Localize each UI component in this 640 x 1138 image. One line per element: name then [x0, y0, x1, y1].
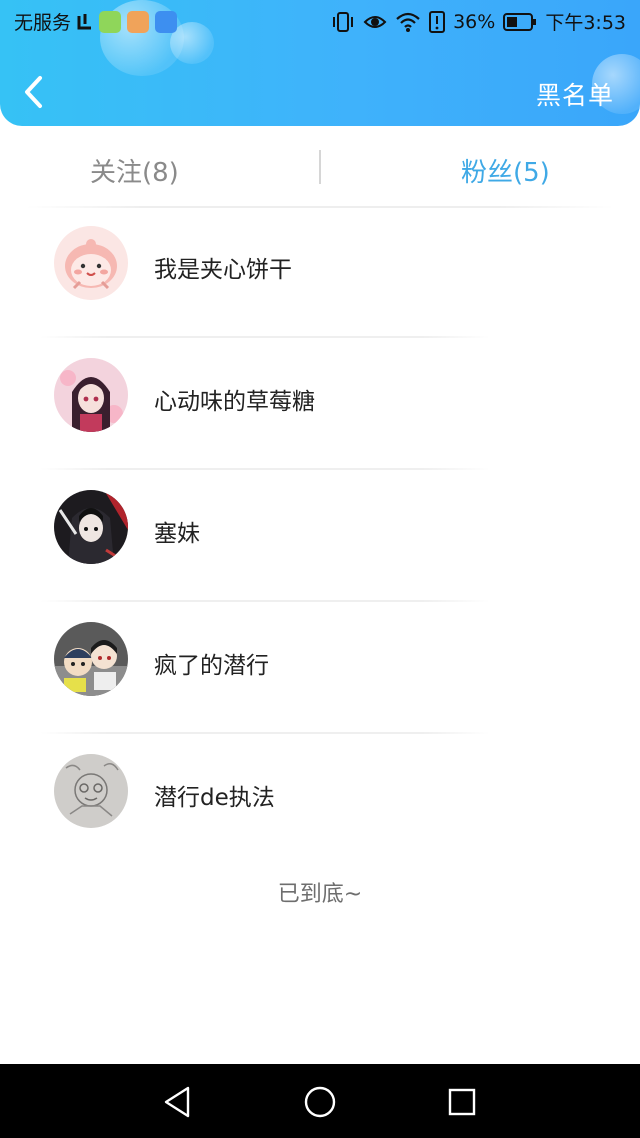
- signal-app-icon: [77, 13, 92, 29]
- tab-fans[interactable]: 粉丝(5): [461, 152, 550, 189]
- status-bar-right: 36% 下午3:53: [331, 8, 626, 35]
- fan-list-item[interactable]: 心动味的草莓糖: [0, 338, 640, 470]
- chibi-duo-avatar[interactable]: [54, 622, 128, 696]
- pink-mascot-avatar[interactable]: [54, 226, 128, 300]
- sim-alert-icon: [429, 10, 446, 33]
- fan-list-item[interactable]: 疯了的潜行: [0, 602, 640, 734]
- carrier-text: 无服务: [14, 12, 72, 34]
- battery-icon: [503, 12, 537, 31]
- header-bar: 无服务 36% 下午3:53 黑名单: [0, 0, 640, 126]
- back-button[interactable]: [18, 74, 52, 110]
- wifi-icon: [396, 12, 420, 32]
- fan-list: 我是夹心饼干 心动味的草莓糖 塞妹 疯了的潜行 潜行de执法: [0, 206, 640, 866]
- sketch-avatar[interactable]: [54, 754, 128, 828]
- anime-girl-avatar[interactable]: [54, 358, 128, 432]
- vibrate-icon: [333, 11, 354, 32]
- nav-recent-icon[interactable]: [442, 1082, 482, 1122]
- clock-text: 下午3:53: [545, 12, 626, 34]
- fan-name: 我是夹心饼干: [154, 257, 292, 283]
- dark-anime-avatar[interactable]: [54, 490, 128, 564]
- fan-name: 心动味的草莓糖: [154, 389, 315, 415]
- blacklist-button[interactable]: 黑名单: [536, 76, 614, 112]
- tab-divider: [319, 150, 321, 184]
- tab-following[interactable]: 关注(8): [90, 152, 179, 189]
- fan-list-item[interactable]: 潜行de执法: [0, 734, 640, 866]
- nav-back-icon[interactable]: [158, 1082, 198, 1122]
- follow-fans-tabs: 关注(8) 粉丝(5): [0, 132, 640, 208]
- system-nav-bar: [0, 1064, 640, 1138]
- status-bar: 无服务 36% 下午3:53: [0, 0, 640, 44]
- video-app-icon: [127, 10, 150, 33]
- eye-comfort-icon: [363, 15, 387, 28]
- status-bar-left: 无服务: [14, 8, 178, 35]
- fan-name: 疯了的潜行: [154, 653, 269, 679]
- battery-percent: 36%: [453, 10, 496, 33]
- fan-list-item[interactable]: 塞妹: [0, 470, 640, 602]
- fan-name: 塞妹: [154, 521, 200, 547]
- cloud-app-icon: [155, 10, 178, 33]
- fan-name: 潜行de执法: [154, 785, 275, 811]
- list-end-text: 已到底~: [277, 882, 363, 907]
- nav-home-icon[interactable]: [300, 1082, 340, 1122]
- fan-list-item[interactable]: 我是夹心饼干: [0, 206, 640, 338]
- chat-app-icon: [99, 10, 122, 33]
